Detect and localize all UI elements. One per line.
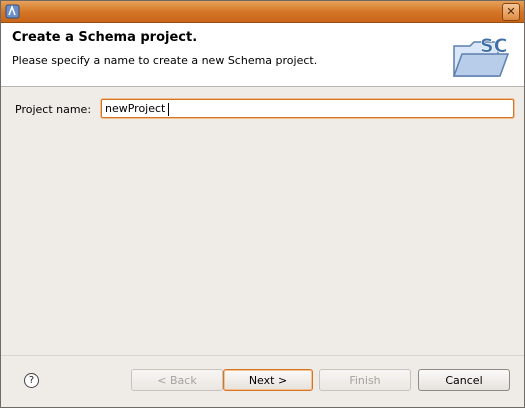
title-bar[interactable]: ✕ (1, 1, 524, 23)
help-icon[interactable]: ? (24, 373, 39, 388)
project-name-label: Project name: (15, 103, 92, 116)
wizard-content: Project name: (1, 87, 524, 355)
text-caret (168, 103, 169, 116)
close-icon: ✕ (506, 5, 516, 18)
eclipse-icon (5, 4, 20, 19)
close-button[interactable]: ✕ (502, 3, 520, 21)
wizard-dialog: ✕ Create a Schema project. Please specif… (0, 0, 525, 408)
next-button[interactable]: Next > (223, 369, 313, 391)
finish-button[interactable]: Finish (319, 369, 411, 391)
wizard-header: Create a Schema project. Please specify … (1, 23, 524, 87)
schema-folder-icon: SC (452, 35, 510, 77)
back-button[interactable]: < Back (131, 369, 223, 391)
footer-separator (1, 355, 524, 356)
banner-text: SC (480, 35, 508, 57)
project-name-input[interactable] (101, 99, 514, 118)
page-description: Please specify a name to create a new Sc… (12, 54, 318, 67)
cancel-button[interactable]: Cancel (418, 369, 510, 391)
page-title: Create a Schema project. (12, 30, 198, 45)
